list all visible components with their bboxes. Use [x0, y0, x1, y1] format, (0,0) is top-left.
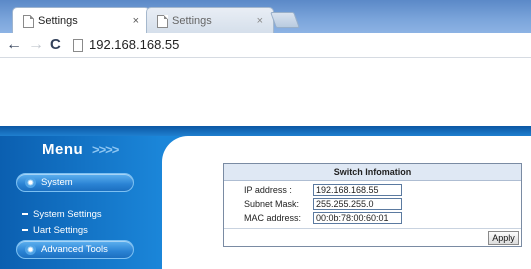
- address-bar[interactable]: 192.168.168.55: [89, 36, 179, 54]
- page-icon: [23, 15, 34, 28]
- subnet-mask-label: Subnet Mask:: [244, 199, 300, 209]
- close-icon[interactable]: ×: [257, 8, 263, 34]
- sidebar-item-label: System Settings: [33, 209, 102, 220]
- tab-settings-inactive[interactable]: Settings ×: [146, 7, 274, 33]
- advanced-tools-button[interactable]: Advanced Tools: [16, 240, 134, 259]
- reload-icon[interactable]: C: [50, 35, 61, 55]
- back-arrow-icon[interactable]: ←: [6, 35, 22, 55]
- tab-strip: Settings × Settings ×: [0, 0, 531, 33]
- header-band: [0, 126, 531, 136]
- switch-info-panel: Switch Infomation IP address : 192.168.1…: [223, 163, 522, 247]
- advanced-tools-label: Advanced Tools: [41, 244, 108, 255]
- radio-circle-icon: [25, 244, 36, 255]
- panel-title: Switch Infomation: [224, 164, 521, 181]
- mac-address-label: MAC address:: [244, 213, 302, 223]
- tab-settings-active[interactable]: Settings ×: [12, 7, 150, 33]
- page-blank-area: [0, 58, 531, 126]
- bullet-dash-icon: [22, 229, 28, 232]
- apply-button[interactable]: Apply: [488, 231, 519, 245]
- divider: [224, 228, 521, 229]
- page-icon: [157, 15, 168, 28]
- system-button[interactable]: System: [16, 173, 134, 192]
- sidebar-item-uart-settings[interactable]: Uart Settings: [22, 225, 88, 237]
- forward-arrow-icon[interactable]: →: [28, 35, 44, 55]
- new-tab-button[interactable]: [270, 12, 300, 28]
- menu-title: Menu: [42, 141, 84, 158]
- sidebar-item-system-settings[interactable]: System Settings: [22, 209, 102, 221]
- bullet-dash-icon: [22, 213, 28, 216]
- close-icon[interactable]: ×: [133, 8, 139, 34]
- radio-circle-icon: [25, 177, 36, 188]
- menu-arrows-icon: >>>>: [92, 142, 119, 157]
- tab-title: Settings: [38, 15, 78, 27]
- system-label: System: [41, 177, 73, 188]
- ip-address-label: IP address :: [244, 185, 292, 195]
- tab-title: Settings: [172, 15, 212, 27]
- sidebar-item-label: Uart Settings: [33, 225, 88, 236]
- ip-address-field[interactable]: 192.168.168.55: [313, 184, 402, 196]
- browser-window: Settings × Settings × ← → C 192.168.168.…: [0, 0, 531, 269]
- mac-address-field[interactable]: 00:0b:78:00:60:01: [313, 212, 402, 224]
- browser-toolbar: ← → C 192.168.168.55: [0, 33, 531, 58]
- subnet-mask-field[interactable]: 255.255.255.0: [313, 198, 402, 210]
- page-icon: [73, 39, 83, 52]
